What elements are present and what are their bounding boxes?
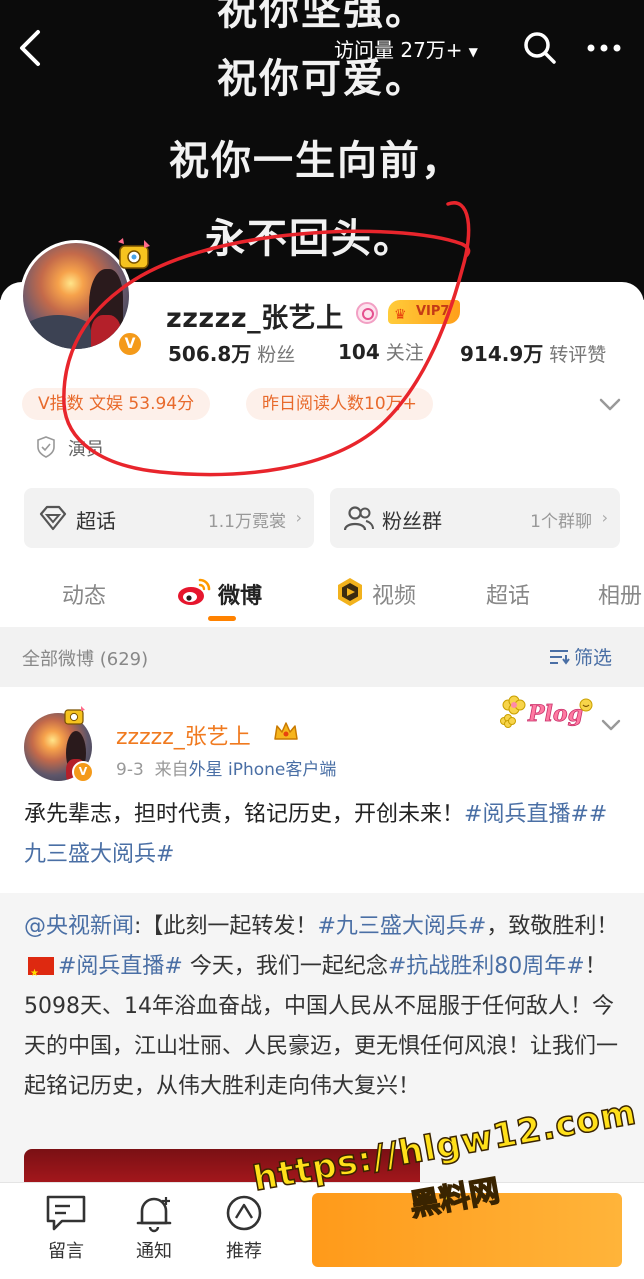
visit-count: 访问量 27万+ [334, 38, 463, 62]
post-meta: 9-3 来自外星 iPhone客户端 [116, 760, 337, 780]
top-bar: 访问量 27万+ ▼ [0, 0, 644, 96]
diamond-icon [39, 505, 67, 531]
search-button[interactable] [522, 30, 558, 66]
stat-following[interactable]: 104 关注 [338, 338, 424, 365]
occupation-label: 演员 [68, 439, 104, 460]
post-author-name[interactable]: zzzzz_张艺上 [116, 719, 251, 751]
visit-count-button[interactable]: 访问量 27万+ ▼ [334, 34, 478, 63]
filter-button[interactable]: 筛选 [548, 643, 612, 670]
repost-text: @央视新闻:【此刻一起转发！#九三盛大阅兵#，致敬胜利！#阅兵直播# 今天，我们… [24, 907, 622, 1107]
chevron-down-icon[interactable] [598, 715, 624, 735]
back-button[interactable] [14, 26, 50, 70]
post-text: 承先辈志，担时代责，铭记历史，开创未来！#阅兵直播##九三盛大阅兵# [24, 802, 608, 867]
repost-author[interactable]: @央视新闻 [24, 914, 134, 939]
message-icon [46, 1195, 86, 1231]
profile-tabs: 动态 微博 视频 超话 相册 [0, 566, 644, 626]
tab-dynamics[interactable]: 动态 [62, 578, 106, 610]
supertopic-card[interactable]: 超话 1.1万霓裳 › [24, 488, 314, 548]
compass-icon [226, 1195, 262, 1231]
bell-icon [136, 1197, 172, 1233]
profile-avatar-wrap[interactable]: V [20, 238, 150, 368]
hashtag-link[interactable]: #九三盛大阅兵# [317, 914, 486, 939]
hashtag-link[interactable]: #抗战胜利80周年# [388, 954, 585, 979]
verified-badge-icon: V [116, 330, 144, 358]
search-icon [524, 32, 556, 64]
crown-icon: ♛ [394, 307, 407, 323]
expand-profile-button[interactable] [596, 392, 624, 416]
more-button[interactable] [584, 30, 624, 66]
active-tab-indicator [208, 616, 236, 621]
chevron-right-icon: › [601, 508, 608, 527]
post-source[interactable]: 外星 iPhone客户端 [189, 760, 337, 780]
hashtag-link[interactable]: #阅兵直播# [58, 954, 183, 979]
verified-badge-icon: V [72, 761, 94, 783]
fan-badge-icon[interactable] [356, 302, 378, 324]
card-meta: 1.1万霓裳 [207, 512, 286, 532]
tab-supertopic[interactable]: 超话 [486, 578, 530, 610]
crown-icon [274, 722, 298, 740]
chevron-left-icon [20, 30, 40, 66]
vip-badge[interactable]: ♛ VIP7 [388, 300, 460, 324]
group-icon [344, 506, 374, 531]
chevron-right-icon: › [295, 508, 302, 527]
china-flag-icon [28, 954, 54, 994]
caret-down-icon: ▼ [468, 44, 478, 59]
tab-album[interactable]: 相册 [598, 578, 642, 610]
chevron-down-icon [599, 398, 621, 411]
avatar-pendant-icon [64, 706, 85, 725]
card-label: 超话 [76, 509, 116, 533]
card-meta: 1个群聊 [530, 512, 592, 532]
reads-tag[interactable]: 昨日阅读人数10万+ [246, 388, 433, 420]
tab-video[interactable]: 视频 [372, 578, 416, 610]
all-posts-label: 全部微博 (629) [22, 649, 149, 670]
stat-followers[interactable]: 506.8万 粉丝 [168, 338, 295, 367]
recommend-button[interactable]: 推荐 [214, 1193, 274, 1263]
shield-check-icon [37, 436, 55, 458]
filter-icon [550, 650, 570, 665]
comment-button[interactable]: 留言 [36, 1193, 96, 1263]
svg-text:Plog: Plog [527, 701, 583, 727]
bottom-bar: 留言 通知 推荐 [0, 1182, 644, 1279]
avatar-pendant-icon [118, 238, 150, 269]
stat-interactions[interactable]: 914.9万 转评赞 [460, 338, 606, 367]
weibo-logo-icon [178, 578, 211, 605]
card-label: 粉丝群 [382, 509, 442, 533]
filter-bar: 全部微博 (629) 筛选 [0, 627, 644, 687]
notify-button[interactable]: 通知 [124, 1193, 184, 1263]
profile-name: zzzzz_张艺上 [166, 303, 344, 334]
video-play-icon [338, 578, 362, 606]
banner-text-line: 祝你一生向前， [169, 138, 463, 184]
fan-group-card[interactable]: 粉丝群 1个群聊 › [330, 488, 620, 548]
v-index-tag[interactable]: V指数 文娱 53.94分 [22, 388, 211, 420]
tab-weibo[interactable]: 微博 [218, 578, 262, 610]
more-dots-icon [587, 44, 621, 52]
plog-sticker-icon: Plog [500, 695, 593, 728]
